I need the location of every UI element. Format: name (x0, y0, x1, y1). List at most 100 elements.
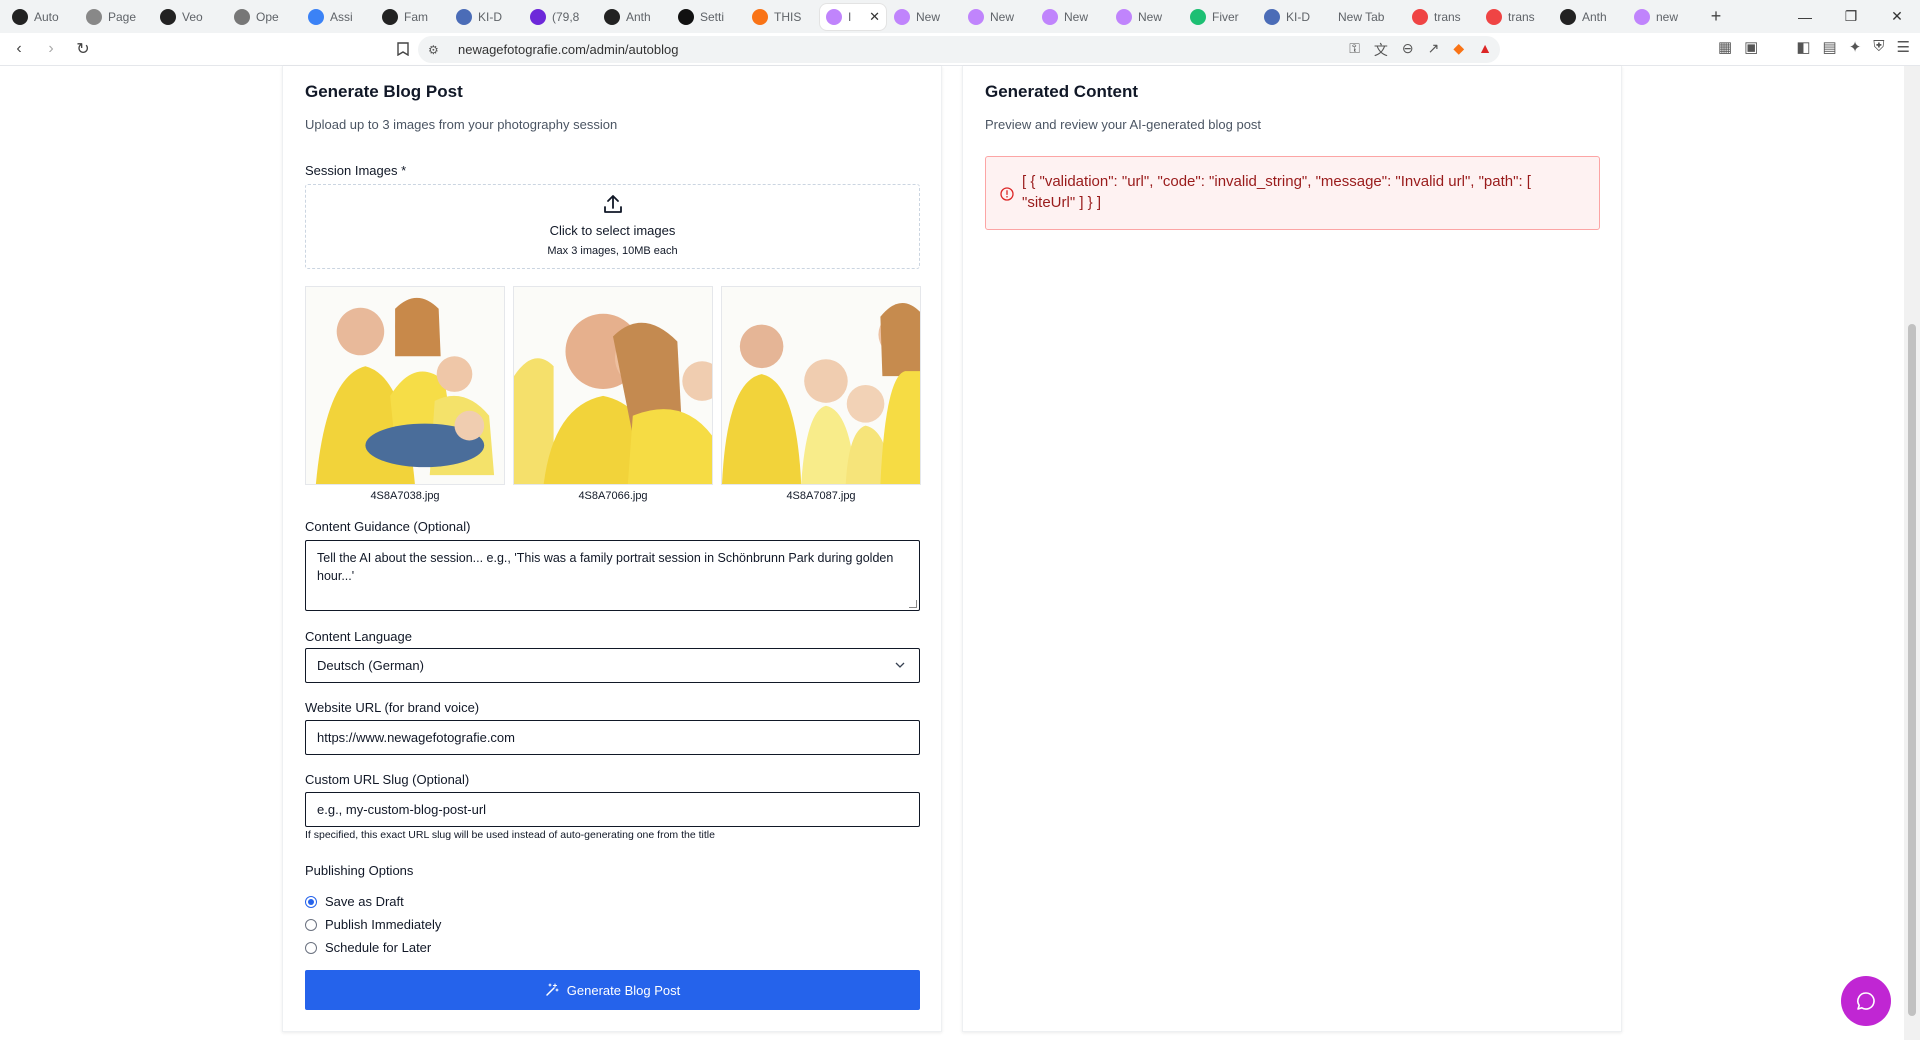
tab-list: Auto Page Veo Ope Assi Fam KI-D (79,8 Anth Setti T… (6, 3, 1702, 30)
scrollbar-thumb[interactable] (1908, 324, 1916, 1016)
zoom-icon[interactable]: ⊖ (1402, 40, 1414, 60)
radio-save-draft[interactable]: Save as Draft (305, 894, 404, 909)
image-thumbnail[interactable] (721, 286, 921, 485)
tab-title: trans (1508, 9, 1535, 24)
new-tab-button[interactable]: + (1702, 4, 1730, 30)
url-text: newagefotografie.com/admin/autoblog (458, 42, 679, 57)
image-thumbnail[interactable] (513, 286, 713, 485)
tab-title: THIS (774, 9, 802, 24)
card-title: Generate Blog Post (305, 82, 463, 101)
wallet-icon[interactable]: ▤ (1823, 38, 1837, 56)
browser-tab[interactable]: Assi (302, 4, 374, 30)
back-icon[interactable]: ‹ (6, 36, 32, 62)
vpn-icon[interactable]: ⛨ (1873, 38, 1884, 56)
radio-publish-immediately[interactable]: Publish Immediately (305, 917, 441, 932)
browser-tab[interactable]: Anth (1554, 4, 1626, 30)
browser-tab[interactable]: Fam (376, 4, 448, 30)
browser-tab[interactable]: new (1628, 4, 1700, 30)
brave-shields-icon[interactable]: ◆ (1453, 40, 1464, 60)
page-scrollbar[interactable] (1904, 66, 1920, 1040)
openai-icon (12, 8, 28, 25)
newage-icon (968, 8, 984, 25)
radio-button[interactable] (305, 918, 317, 931)
tab-title: New (990, 9, 1015, 24)
generate-blog-post-button[interactable]: Generate Blog Post (305, 970, 920, 1010)
browser-tab[interactable]: KI-D (1258, 4, 1330, 30)
settings-site-icon (678, 8, 694, 25)
openai-icon (234, 8, 250, 25)
brave-rewards-icon[interactable]: ▲ (1478, 40, 1492, 60)
browser-tab[interactable]: New (962, 4, 1034, 30)
browser-tab[interactable]: Setti (672, 4, 744, 30)
close-tab-icon[interactable]: ✕ (869, 9, 880, 25)
mail-icon (530, 8, 546, 25)
radio-label: Schedule for Later (325, 940, 432, 955)
minimize-icon[interactable]: — (1782, 0, 1828, 33)
browser-tab[interactable]: THIS (746, 4, 818, 30)
browser-tab[interactable]: New Tab (1332, 4, 1404, 30)
ki-icon (1264, 8, 1280, 25)
site-info-icon[interactable]: ⚙ (428, 43, 444, 57)
content-guidance-label: Content Guidance (Optional) (305, 519, 471, 534)
newage-icon (1634, 8, 1650, 25)
browser-tab[interactable]: New (888, 4, 960, 30)
sidebar-icon[interactable]: ◧ (1796, 38, 1810, 56)
browser-tab[interactable]: Ope (228, 4, 300, 30)
browser-tab[interactable]: New (1110, 4, 1182, 30)
content-language-select[interactable]: Deutsch (German) (305, 648, 920, 683)
brave-icon (1412, 8, 1428, 25)
website-url-input[interactable]: https://www.newagefotografie.com (305, 720, 920, 755)
generate-button-label: Generate Blog Post (566, 982, 681, 998)
page-content: Generate Blog Post Upload up to 3 images… (0, 66, 1904, 1040)
close-window-icon[interactable]: ✕ (1874, 0, 1920, 33)
tab-search-icon[interactable]: ▣ (1744, 38, 1758, 56)
browser-tab[interactable]: Veo (154, 4, 226, 30)
anthropic-icon (1560, 8, 1576, 25)
image-dropzone[interactable]: Click to select images Max 3 images, 10M… (305, 184, 920, 269)
custom-slug-input[interactable]: e.g., my-custom-blog-post-url (305, 792, 920, 827)
tab-title: (79,8 (552, 9, 580, 24)
magic-wand-icon (546, 983, 559, 996)
menu-icon[interactable]: ☰ (1897, 38, 1910, 56)
password-key-icon[interactable]: ⚿ (1349, 40, 1360, 60)
address-bar[interactable]: ⚙ newagefotografie.com/admin/autoblog ⚿ … (418, 36, 1500, 63)
resize-handle-icon[interactable] (909, 600, 917, 608)
image-thumbnail[interactable] (305, 286, 505, 485)
browser-tab[interactable]: Page (80, 4, 152, 30)
tab-title: Anth (626, 9, 651, 24)
browser-tab[interactable]: New (1036, 4, 1108, 30)
leo-ai-icon[interactable]: ✦ (1849, 38, 1862, 56)
radio-button[interactable] (305, 941, 317, 954)
browser-tab[interactable]: trans (1406, 4, 1478, 30)
tab-title: Auto (34, 9, 59, 24)
browser-tab[interactable]: I ✕ (820, 3, 886, 30)
reload-icon[interactable]: ↻ (70, 36, 96, 62)
card-subtitle: Upload up to 3 images from your photogra… (305, 117, 618, 132)
browser-tab[interactable]: (79,8 (524, 4, 596, 30)
browser-tab[interactable]: Auto (6, 4, 78, 30)
browser-tab[interactable]: Anth (598, 4, 670, 30)
tab-strip: Auto Page Veo Ope Assi Fam KI-D (79,8 Anth Setti T… (0, 0, 1920, 33)
chat-button[interactable] (1841, 976, 1891, 1026)
tab-title: Page (108, 9, 137, 24)
radio-schedule-later[interactable]: Schedule for Later (305, 940, 431, 955)
page-assist-icon (86, 8, 102, 25)
restore-icon[interactable]: ❐ (1828, 0, 1874, 33)
browser-tab[interactable]: Fiver (1184, 4, 1256, 30)
radio-button[interactable] (305, 895, 317, 908)
bookmark-icon[interactable] (390, 36, 416, 62)
content-guidance-textarea[interactable]: Tell the AI about the session... e.g., '… (305, 540, 920, 611)
extensions-icon[interactable]: ▦ (1718, 38, 1732, 56)
openai-icon (382, 8, 398, 25)
translate-icon[interactable]: 文 (1374, 40, 1388, 60)
browser-tab[interactable]: KI-D (450, 4, 522, 30)
tab-title: Ope (256, 9, 279, 24)
forward-icon[interactable]: › (38, 36, 64, 62)
share-icon[interactable]: ↗ (1428, 40, 1440, 60)
browser-tab[interactable]: trans (1480, 4, 1552, 30)
website-url-value: https://www.newagefotografie.com (317, 730, 515, 745)
newage-icon (1042, 8, 1058, 25)
anthropic-icon (604, 8, 620, 25)
custom-slug-hint: If specified, this exact URL slug will b… (305, 829, 715, 841)
content-guidance-placeholder: Tell the AI about the session... e.g., '… (317, 551, 894, 583)
